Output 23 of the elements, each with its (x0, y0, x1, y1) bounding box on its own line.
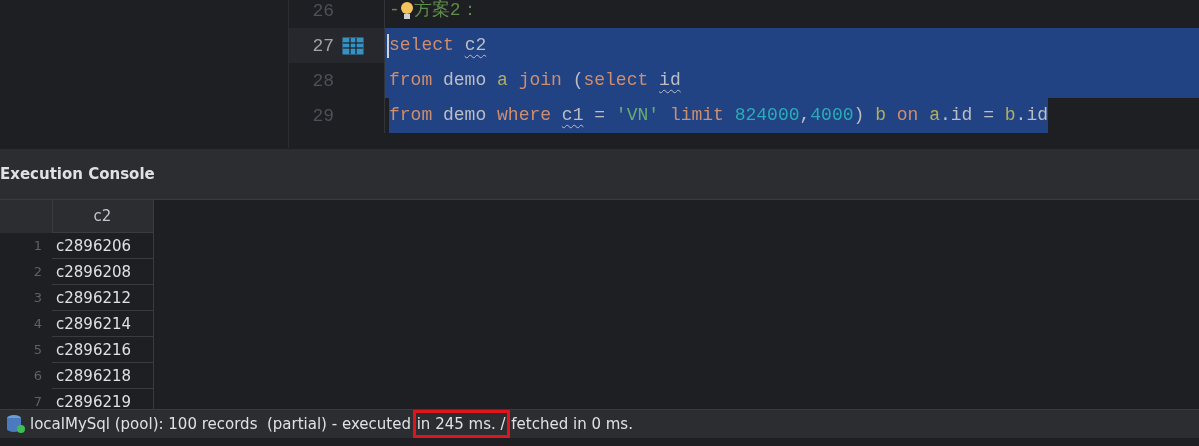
table-icon[interactable] (342, 36, 364, 55)
line-number: 27 (311, 35, 334, 56)
code-line: from demo a join (select id (389, 69, 681, 92)
table-cell: c2896208 (52, 258, 153, 285)
table-cell: c2896212 (52, 284, 153, 311)
row-number: 4 (0, 310, 52, 337)
row-number: 2 (0, 258, 52, 285)
status-text: localMySql (pool): 100 records (partial) - executed in 245 ms. / fetched in 0 ms. (30, 413, 633, 435)
row-number: 7 (0, 388, 52, 409)
database-icon (6, 414, 26, 434)
table-cell: c2896214 (52, 310, 153, 337)
table-cell: c2896216 (52, 336, 153, 363)
table-cell: c2896218 (52, 362, 153, 389)
code-line: select c2 (389, 34, 487, 57)
code-line: - 方案2： (389, 0, 479, 23)
column-header[interactable]: c2 (52, 200, 153, 233)
lightbulb-icon[interactable] (399, 0, 414, 21)
row-number: 5 (0, 336, 52, 363)
row-number: 3 (0, 284, 52, 311)
row-number: 1 (0, 232, 52, 259)
panel-title: Execution Console (0, 164, 156, 183)
table-cell: c2896206 (52, 232, 153, 259)
row-number: 6 (0, 362, 52, 389)
